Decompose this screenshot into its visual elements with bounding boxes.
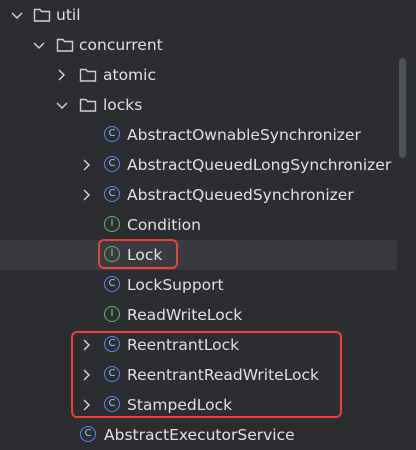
interface-icon: I [104, 216, 120, 232]
tree-row-abstractqueuedsynchronizer[interactable]: C AbstractQueuedSynchronizer [0, 180, 416, 210]
tree-row-abstractownablesynchronizer[interactable]: C AbstractOwnableSynchronizer [0, 120, 416, 150]
chevron-right-icon[interactable] [80, 397, 94, 413]
chevron-right-icon[interactable] [80, 337, 94, 353]
tree-row-reentrantreadwritelock[interactable]: C ReentrantReadWriteLock [0, 360, 416, 390]
class-icon: C [104, 186, 120, 202]
tree-label-atomic: atomic [103, 66, 156, 84]
tree-row-concurrent[interactable]: concurrent [0, 30, 416, 60]
tree-label: AbstractQueuedLongSynchronizer [127, 156, 392, 174]
tree-label: ReentrantLock [127, 336, 240, 354]
chevron-right-icon[interactable] [80, 367, 94, 383]
tree-row-readwritelock[interactable]: I ReadWriteLock [0, 300, 416, 330]
tree-row-atomic[interactable]: atomic [0, 60, 416, 90]
chevron-down-icon[interactable] [55, 97, 69, 113]
class-icon: C [80, 426, 96, 442]
chevron-right-icon[interactable] [80, 157, 94, 173]
chevron-down-icon[interactable] [10, 7, 24, 23]
tree-row-stampedlock[interactable]: C StampedLock [0, 390, 416, 420]
project-tree: util concurrent atomic locks C AbstractO… [0, 0, 416, 444]
tree-label: AbstractOwnableSynchronizer [127, 126, 361, 144]
tree-label: ReadWriteLock [127, 306, 243, 324]
tree-row-locks[interactable]: locks [0, 90, 416, 120]
chevron-right-icon[interactable] [55, 67, 69, 83]
tree-label-locks: locks [103, 96, 143, 114]
tree-row-abstractqueuedlongsynchronizer[interactable]: C AbstractQueuedLongSynchronizer [0, 150, 416, 180]
tree-label: ReentrantReadWriteLock [127, 366, 320, 384]
class-icon: C [104, 336, 120, 352]
tree-row-locksupport[interactable]: C LockSupport [0, 270, 416, 300]
tree-row-lock[interactable]: I Lock [0, 240, 416, 270]
chevron-down-icon[interactable] [32, 37, 46, 53]
tree-row-reentrantlock[interactable]: C ReentrantLock [0, 330, 416, 360]
interface-icon: I [104, 306, 120, 322]
class-icon: C [104, 366, 120, 382]
folder-icon [33, 7, 51, 23]
folder-icon [79, 97, 97, 113]
tree-label: Lock [127, 246, 163, 264]
folder-icon [56, 37, 74, 53]
class-icon: C [104, 276, 120, 292]
folder-icon [79, 67, 97, 83]
tree-row-condition[interactable]: I Condition [0, 210, 416, 240]
chevron-right-icon[interactable] [80, 187, 94, 203]
tree-label: StampedLock [127, 396, 233, 414]
class-icon: C [104, 126, 120, 142]
tree-label-util: util [56, 6, 81, 24]
tree-row-abstractexecutorservice[interactable]: C AbstractExecutorService [0, 420, 416, 450]
interface-icon: I [104, 246, 120, 262]
class-icon: C [104, 156, 120, 172]
class-icon: C [104, 396, 120, 412]
tree-label: AbstractExecutorService [104, 426, 295, 444]
tree-row-util[interactable]: util [0, 0, 416, 30]
tree-label: AbstractQueuedSynchronizer [127, 186, 354, 204]
tree-label: LockSupport [127, 276, 224, 294]
tree-label: Condition [127, 216, 201, 234]
tree-label-concurrent: concurrent [79, 36, 163, 54]
scrollbar-thumb[interactable] [399, 58, 406, 158]
